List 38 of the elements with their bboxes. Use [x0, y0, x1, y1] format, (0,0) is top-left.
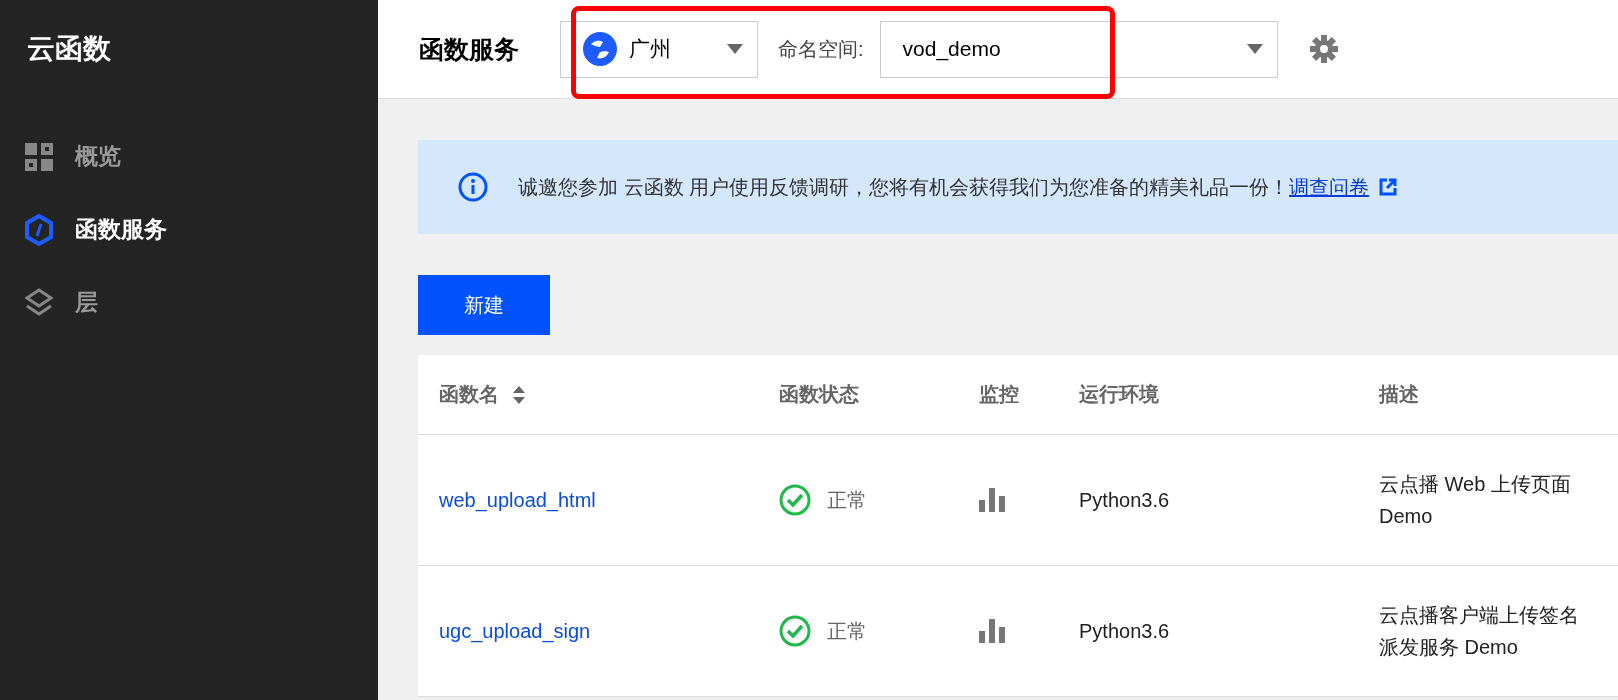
app-title: 云函数 [26, 32, 112, 66]
status-text: 正常 [827, 618, 867, 644]
description-text: 云点播 Web 上传页面 Demo [1379, 472, 1572, 529]
globe-icon [583, 32, 617, 66]
hexagon-icon [25, 213, 53, 246]
layers-icon [25, 287, 53, 318]
sort-icon[interactable] [513, 385, 525, 404]
caret-icon [1246, 44, 1263, 54]
namespace-select[interactable]: vod_demo [879, 20, 1278, 78]
sidebar-item[interactable]: 函数服务 [0, 193, 378, 266]
info-icon [458, 172, 488, 202]
check-circle-icon [779, 484, 811, 516]
status-text: 正常 [827, 487, 867, 513]
column-header: 运行环境 [1079, 382, 1159, 407]
runtime-text: Python3.6 [1079, 619, 1171, 643]
bar-chart-icon[interactable] [979, 619, 1005, 643]
sidebar-item[interactable]: 层 [0, 266, 378, 339]
page-title: 函数服务 [419, 33, 519, 65]
bar-chart-icon[interactable] [979, 488, 1005, 512]
function-name-link[interactable]: web_upload_html [439, 488, 596, 512]
column-header: 描述 [1379, 382, 1419, 407]
region-select[interactable]: 广州 [560, 20, 758, 78]
column-header: 监控 [979, 382, 1019, 407]
sidebar-item[interactable]: 概览 [0, 120, 378, 193]
survey-link[interactable]: 调查问卷 [1289, 175, 1370, 198]
check-circle-icon [779, 615, 811, 647]
description-text: 云点播客户端上传签名派发服务 Demo [1379, 603, 1580, 660]
caret-icon [727, 44, 743, 54]
runtime-text: Python3.6 [1079, 488, 1171, 512]
create-button[interactable]: 新建 [418, 275, 550, 335]
column-header[interactable]: 函数名 [439, 381, 499, 408]
namespace-label: 命名空间: [778, 36, 864, 62]
grid-icon [25, 142, 53, 171]
settings-icon[interactable] [1309, 35, 1338, 63]
column-header: 函数状态 [779, 382, 859, 407]
function-name-link[interactable]: ugc_upload_sign [439, 619, 591, 643]
external-link-icon[interactable] [1379, 178, 1398, 196]
banner-text: 诚邀您参加 云函数 用户使用反馈调研，您将有机会获得我们为您准备的精美礼品一份！调查问卷 [518, 174, 1370, 200]
